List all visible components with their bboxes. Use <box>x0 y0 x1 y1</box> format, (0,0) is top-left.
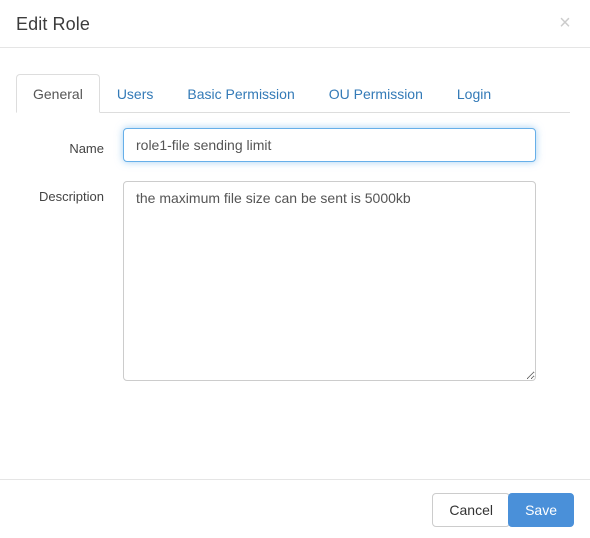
dialog-header: Edit Role × <box>0 0 590 48</box>
tab-login[interactable]: Login <box>440 74 508 113</box>
tab-basic-permission[interactable]: Basic Permission <box>170 74 311 113</box>
edit-role-dialog: Edit Role × General Users Basic Permissi… <box>0 0 590 538</box>
description-label: Description <box>38 189 104 204</box>
name-input[interactable] <box>123 128 536 162</box>
save-button[interactable]: Save <box>508 493 574 527</box>
cancel-button[interactable]: Cancel <box>432 493 510 527</box>
page-title: Edit Role <box>16 14 90 34</box>
dialog-footer: Cancel Save <box>0 479 590 538</box>
description-textarea[interactable]: the maximum file size can be sent is 500… <box>123 181 536 381</box>
tab-general[interactable]: General <box>16 74 100 113</box>
close-icon[interactable]: × <box>553 11 577 35</box>
name-label: Name <box>69 141 104 156</box>
general-tab-panel: Name Description the maximum file size c… <box>0 128 590 381</box>
name-field-row: Name <box>0 128 590 168</box>
tab-list: General Users Basic Permission OU Permis… <box>16 74 570 113</box>
tab-users[interactable]: Users <box>100 74 171 113</box>
tab-ou-permission[interactable]: OU Permission <box>312 74 440 113</box>
tab-bar: General Users Basic Permission OU Permis… <box>16 74 570 114</box>
